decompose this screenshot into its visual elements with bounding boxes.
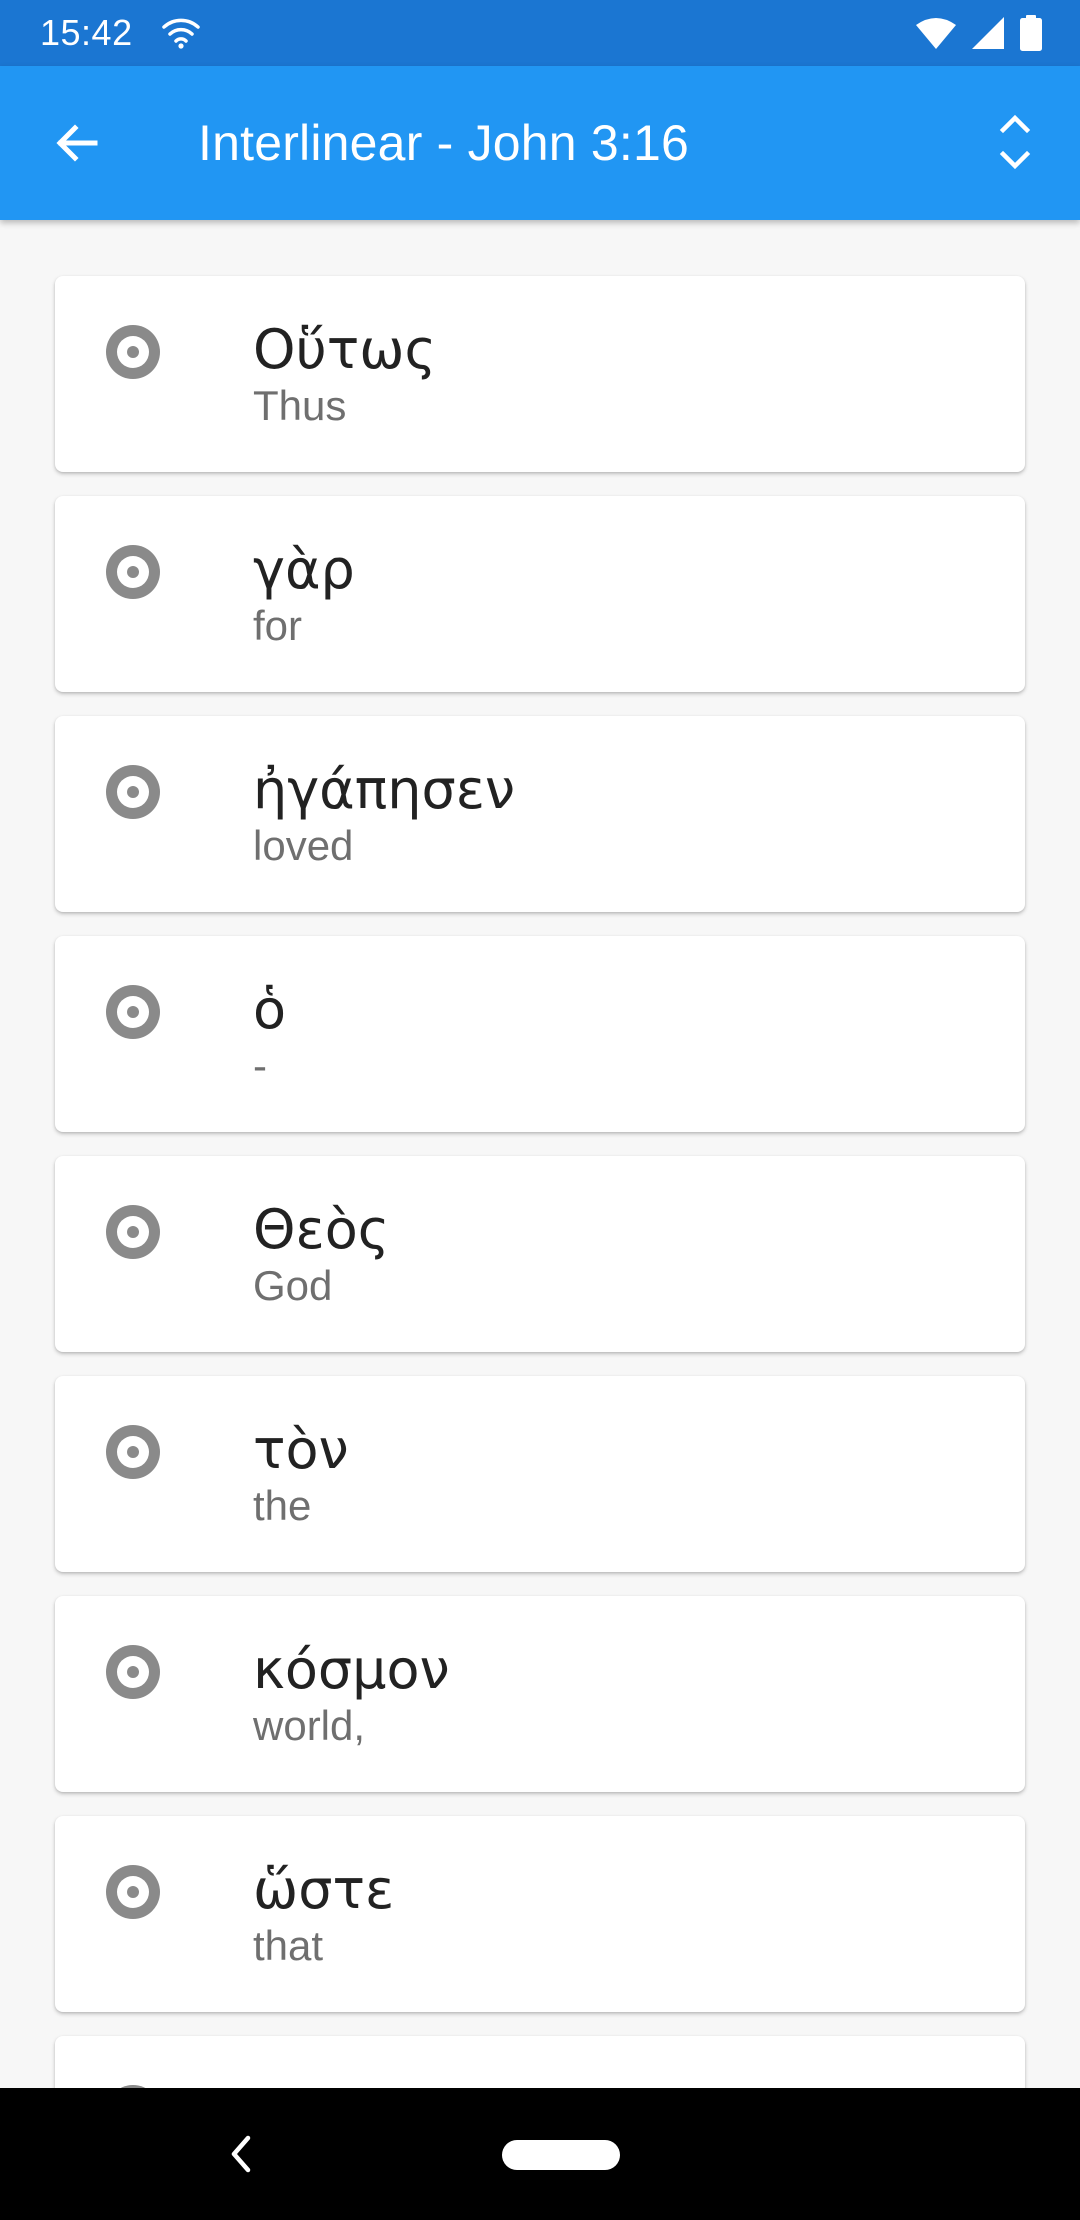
- page-title: Interlinear - John 3:16: [198, 115, 690, 171]
- word-card[interactable]: ὁ -: [55, 936, 1025, 1132]
- wifi-outline-icon: [161, 18, 200, 49]
- play-audio-icon[interactable]: [105, 544, 161, 600]
- status-bar: 15:42: [0, 0, 1080, 66]
- app-bar: Interlinear - John 3:16: [0, 66, 1080, 220]
- wifi-signal-icon: [916, 18, 956, 49]
- word-card[interactable]: τὸν the: [55, 1376, 1025, 1572]
- nav-back-icon[interactable]: [220, 2130, 260, 2178]
- english-gloss: loved: [253, 822, 354, 869]
- greek-word: ὁ: [253, 978, 287, 1041]
- word-card[interactable]: ἠγάπησεν loved: [55, 716, 1025, 912]
- english-gloss: that: [253, 1922, 324, 1969]
- status-time: 15:42: [40, 12, 133, 53]
- word-card[interactable]: γὰρ for: [55, 496, 1025, 692]
- greek-word: Θεὸς: [253, 1198, 390, 1261]
- nav-home-pill[interactable]: [502, 2140, 620, 2170]
- word-card[interactable]: Θεὸς God: [55, 1156, 1025, 1352]
- word-card[interactable]: [55, 2036, 1025, 2088]
- greek-word: κόσμον: [253, 1638, 450, 1701]
- play-audio-icon[interactable]: [105, 324, 161, 380]
- play-audio-icon[interactable]: [105, 984, 161, 1040]
- greek-word: γὰρ: [253, 538, 355, 601]
- word-card[interactable]: κόσμον world,: [55, 1596, 1025, 1792]
- word-card[interactable]: ὥστε that: [55, 1816, 1025, 2012]
- greek-word: ὥστε: [253, 1858, 395, 1921]
- english-gloss: for: [253, 602, 303, 649]
- word-card[interactable]: Οὕτως Thus: [55, 276, 1025, 472]
- play-audio-icon[interactable]: [105, 1424, 161, 1480]
- word-list[interactable]: Οὕτως Thus γὰρ for ἠγάπησεν loved ὁ - Θε…: [0, 220, 1080, 2088]
- arrow-back-icon: [56, 124, 98, 162]
- back-button[interactable]: [38, 104, 116, 182]
- english-gloss: -: [253, 1042, 267, 1089]
- battery-icon: [1020, 15, 1042, 51]
- play-audio-icon[interactable]: [105, 1644, 161, 1700]
- greek-word: ἠγάπησεν: [253, 758, 516, 821]
- play-audio-icon[interactable]: [105, 1864, 161, 1920]
- greek-word: Οὕτως: [253, 318, 437, 381]
- english-gloss: Thus: [253, 382, 347, 429]
- unfold-icon: [999, 114, 1031, 170]
- cell-signal-icon: [972, 17, 1004, 49]
- english-gloss: the: [253, 1482, 312, 1529]
- greek-word: τὸν: [253, 1418, 349, 1481]
- english-gloss: world,: [253, 1702, 366, 1749]
- play-audio-icon[interactable]: [105, 764, 161, 820]
- system-nav-bar: [0, 2088, 1080, 2220]
- expand-collapse-button[interactable]: [990, 102, 1040, 182]
- english-gloss: God: [253, 1262, 333, 1309]
- play-audio-icon[interactable]: [105, 1204, 161, 1260]
